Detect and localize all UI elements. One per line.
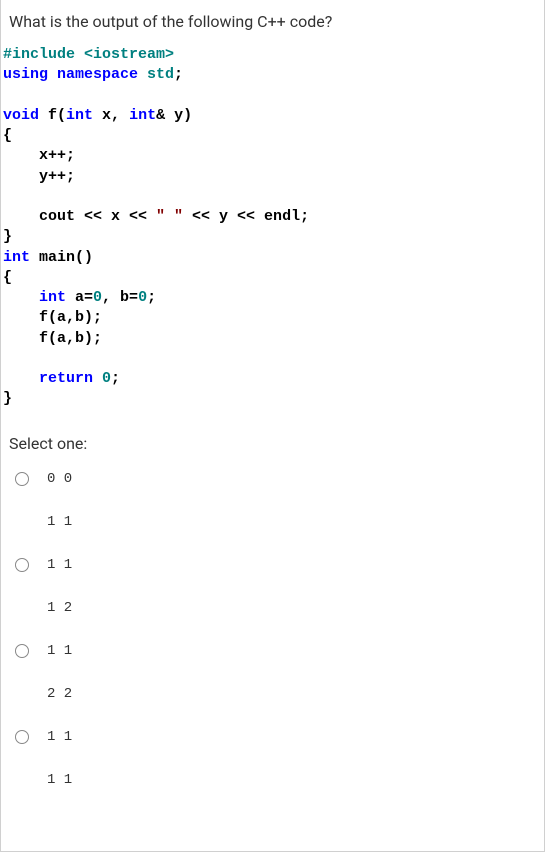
code-block: #include <iostream> using namespace std;… xyxy=(1,45,544,410)
code-token: a= xyxy=(66,289,93,306)
radio-icon[interactable] xyxy=(15,644,29,658)
code-token: } xyxy=(3,228,12,245)
options-group: 0 0 1 1 1 1 1 2 1 1 2 2 1 1 1 1 xyxy=(1,463,544,791)
code-token: <iostream> xyxy=(84,46,174,63)
code-token: { xyxy=(3,269,12,286)
select-prompt: Select one: xyxy=(1,410,544,463)
code-token: using namespace xyxy=(3,66,147,83)
option-text: 1 1 2 2 xyxy=(47,641,72,705)
code-token: f(a,b); xyxy=(3,330,102,347)
code-token: ; xyxy=(174,66,183,83)
option-3[interactable]: 1 1 2 2 xyxy=(15,641,536,705)
code-token: 0 xyxy=(93,289,102,306)
option-line1: 0 0 xyxy=(47,471,72,487)
code-token: } xyxy=(3,390,12,407)
code-token: << y << endl; xyxy=(183,208,309,225)
option-line2: 1 1 xyxy=(47,770,72,791)
code-token: cout << x << xyxy=(3,208,156,225)
option-line2: 1 1 xyxy=(47,512,72,533)
code-token: return xyxy=(3,370,102,387)
code-token: " " xyxy=(156,208,183,225)
code-token: int xyxy=(129,107,156,124)
code-token: #include xyxy=(3,46,84,63)
radio-icon[interactable] xyxy=(15,472,29,486)
code-token: int xyxy=(66,107,93,124)
code-token: void xyxy=(3,107,39,124)
option-line2: 1 2 xyxy=(47,598,72,619)
option-text: 0 0 1 1 xyxy=(47,469,72,533)
option-line1: 1 1 xyxy=(47,557,72,573)
radio-icon[interactable] xyxy=(15,730,29,744)
code-token: int xyxy=(3,289,66,306)
question-title: What is the output of the following C++ … xyxy=(1,12,544,45)
code-token: int xyxy=(3,249,30,266)
code-token: & y) xyxy=(156,107,192,124)
radio-icon[interactable] xyxy=(15,558,29,572)
option-1[interactable]: 0 0 1 1 xyxy=(15,469,536,533)
option-text: 1 1 1 1 xyxy=(47,727,72,791)
code-token: { xyxy=(3,127,12,144)
code-token: main() xyxy=(30,249,93,266)
code-token: ; xyxy=(147,289,156,306)
option-2[interactable]: 1 1 1 2 xyxy=(15,555,536,619)
code-token: std xyxy=(147,66,174,83)
option-line2: 2 2 xyxy=(47,684,72,705)
code-token: 0 xyxy=(102,370,111,387)
code-token: y++; xyxy=(3,168,75,185)
code-token: ; xyxy=(111,370,120,387)
code-token: f( xyxy=(39,107,66,124)
code-token: x, xyxy=(93,107,129,124)
code-token: x++; xyxy=(3,147,75,164)
code-token: f(a,b); xyxy=(3,309,102,326)
question-container: What is the output of the following C++ … xyxy=(0,0,545,852)
option-4[interactable]: 1 1 1 1 xyxy=(15,727,536,791)
code-token: , b= xyxy=(102,289,138,306)
option-line1: 1 1 xyxy=(47,643,72,659)
code-token: 0 xyxy=(138,289,147,306)
option-text: 1 1 1 2 xyxy=(47,555,72,619)
option-line1: 1 1 xyxy=(47,729,72,745)
